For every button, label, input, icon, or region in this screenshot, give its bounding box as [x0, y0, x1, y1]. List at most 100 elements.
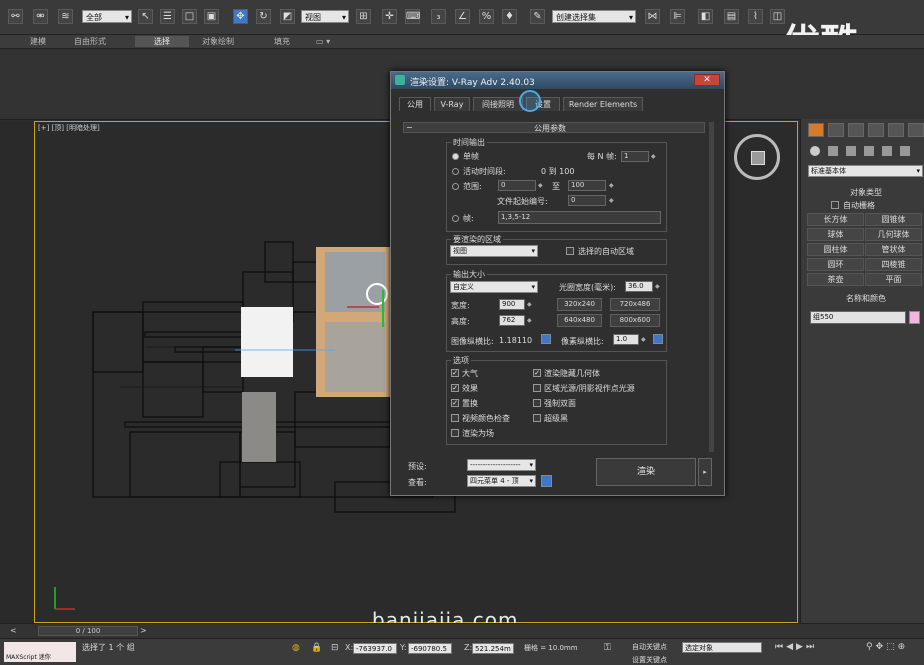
rotate-icon[interactable]: ↻ [256, 9, 271, 24]
cameras-icon[interactable] [864, 146, 874, 156]
render-options-arrow-icon[interactable]: ▸ [698, 458, 712, 486]
viewport-nav-icons[interactable]: ⚲✥⬚⊕ [866, 642, 908, 652]
timeline-next-icon[interactable]: > [140, 626, 147, 635]
tube-button[interactable]: 管状体 [865, 243, 922, 256]
every-n-field[interactable]: 1 [621, 151, 649, 162]
helpers-icon[interactable] [882, 146, 892, 156]
cylinder-button[interactable]: 圆柱体 [807, 243, 864, 256]
hierarchy-tab-icon[interactable] [848, 123, 864, 137]
tab-render-elements[interactable]: Render Elements [563, 97, 643, 111]
ribbon-tab-object-paint[interactable]: 对象绘制 [196, 36, 240, 47]
ribbon-options-icon[interactable]: ▭ ▾ [310, 36, 336, 47]
dialog-scrollbar[interactable] [709, 122, 714, 452]
render-to-fields-checkbox[interactable] [451, 429, 459, 437]
select-manipulate-icon[interactable]: ✛ [382, 9, 397, 24]
tab-common[interactable]: 公用 [399, 97, 431, 111]
auto-key-button[interactable]: 自动关键点 [632, 642, 678, 653]
effects-checkbox[interactable]: ✓ [451, 384, 459, 392]
file-number-spinner-icon[interactable]: ◆ [609, 195, 616, 206]
dialog-close-button[interactable]: ✕ [694, 74, 720, 86]
z-coordinate-field[interactable]: 521.254m [472, 643, 514, 654]
lock-pixel-aspect-icon[interactable] [653, 334, 663, 344]
aperture-field[interactable]: 36.0 [625, 281, 653, 292]
pivot-center-icon[interactable]: ⊞ [356, 9, 371, 24]
every-n-spinner-icon[interactable]: ◆ [651, 151, 658, 162]
timeline-prev-icon[interactable]: < [10, 626, 20, 636]
preset-720x486-button[interactable]: 720x486 [610, 298, 660, 311]
key-icon[interactable]: ⚿ [604, 643, 611, 653]
y-coordinate-field[interactable]: -690780.5 [408, 643, 452, 654]
range-to-field[interactable]: 100 [568, 180, 606, 191]
pixel-aspect-field[interactable]: 1.0 [613, 334, 639, 345]
frames-radio[interactable] [452, 215, 459, 222]
render-button[interactable]: 渲染 [596, 458, 696, 486]
autogrid-checkbox[interactable] [831, 201, 839, 209]
utilities-tab-icon[interactable] [908, 123, 924, 137]
pyramid-button[interactable]: 四棱锥 [865, 258, 922, 271]
box-button[interactable]: 长方体 [807, 213, 864, 226]
time-slider-thumb[interactable]: 0 / 100 [38, 626, 138, 636]
move-icon[interactable]: ✥ [233, 9, 248, 24]
displacement-checkbox[interactable]: ✓ [451, 399, 459, 407]
curve-editor-icon[interactable]: ⌇ [748, 9, 763, 24]
playback-controls-icon[interactable]: ⏮◀▶⏭ [775, 642, 817, 652]
preset-800x600-button[interactable]: 800x600 [610, 314, 660, 327]
super-black-checkbox[interactable] [533, 414, 541, 422]
category-dropdown[interactable]: 标准基本体 [808, 165, 923, 177]
video-color-check-checkbox[interactable] [451, 414, 459, 422]
link-icon[interactable]: ⚯ [8, 9, 23, 24]
plane-button[interactable]: 平面 [865, 273, 922, 286]
time-slider[interactable]: < 0 / 100 > [0, 623, 924, 639]
spacewarps-icon[interactable] [900, 146, 910, 156]
key-mode-dropdown[interactable]: 选定对象 [682, 642, 762, 653]
active-segment-radio[interactable] [452, 168, 459, 175]
view-dropdown[interactable]: 四元菜单 4 - 顶 [467, 475, 536, 487]
align-icon[interactable]: ⊫ [670, 9, 685, 24]
sphere-button[interactable]: 球体 [807, 228, 864, 241]
motion-tab-icon[interactable] [868, 123, 884, 137]
common-params-rollout[interactable]: − 公用参数 [403, 122, 705, 133]
preset-320x240-button[interactable]: 320x240 [557, 298, 602, 311]
named-selection-dropdown[interactable]: 创建选择集 [552, 10, 636, 24]
viewport-label[interactable]: [+] [顶] [明暗处理] [38, 123, 100, 133]
cone-button[interactable]: 圆锥体 [865, 213, 922, 226]
atmospherics-checkbox[interactable]: ✓ [451, 369, 459, 377]
isolate-icon[interactable]: ◍ [292, 643, 300, 653]
range-from-field[interactable]: 0 [498, 180, 536, 191]
teapot-button[interactable]: 茶壶 [807, 273, 864, 286]
maxscript-listener[interactable]: MAXScript 迷你 [4, 642, 76, 662]
bind-spacewarp-icon[interactable]: ≋ [58, 9, 73, 24]
height-field[interactable]: 762 [499, 315, 525, 326]
render-hidden-checkbox[interactable]: ✓ [533, 369, 541, 377]
selection-lock-icon[interactable]: 🔒 [311, 643, 322, 653]
ribbon-tab-selection[interactable]: 选择 [135, 36, 189, 47]
rect-selection-icon[interactable]: □ [182, 9, 197, 24]
absolute-mode-icon[interactable]: ⊟ [331, 643, 339, 653]
x-coordinate-field[interactable]: -763937.0 [353, 643, 397, 654]
angle-snap-icon[interactable]: ∠ [455, 9, 470, 24]
area-dropdown[interactable]: 视图 [450, 245, 538, 257]
torus-button[interactable]: 圆环 [807, 258, 864, 271]
unlink-icon[interactable]: ⚮ [33, 9, 48, 24]
aperture-spinner-icon[interactable]: ◆ [655, 281, 662, 292]
width-spinner-icon[interactable]: ◆ [527, 299, 534, 310]
tab-indirect-illumination[interactable]: 间接照明 [473, 97, 523, 111]
force-2sided-checkbox[interactable] [533, 399, 541, 407]
preset-dropdown[interactable]: -------------------- [467, 459, 536, 471]
area-lights-checkbox[interactable] [533, 384, 541, 392]
viewcube-icon[interactable] [734, 134, 780, 180]
ribbon-tab-freeform[interactable]: 自由形式 [68, 36, 112, 47]
ref-coord-dropdown[interactable]: 视图 [301, 10, 349, 24]
view-lock-icon[interactable] [541, 475, 552, 487]
frames-field[interactable]: 1,3,5-12 [498, 211, 661, 224]
ribbon-tab-populate[interactable]: 填充 [268, 36, 296, 47]
snap-toggle-icon[interactable]: ₃ [431, 9, 446, 24]
dialog-titlebar[interactable]: 渲染设置: V-Ray Adv 2.40.03 ✕ [391, 72, 724, 89]
geosphere-button[interactable]: 几何球体 [865, 228, 922, 241]
range-to-spinner-icon[interactable]: ◆ [609, 180, 616, 191]
select-object-icon[interactable]: ↖ [138, 9, 153, 24]
geometry-icon[interactable] [810, 146, 820, 156]
ribbon-tab-modeling[interactable]: 建模 [24, 36, 52, 47]
keyboard-shortcut-icon[interactable]: ⌨ [405, 9, 420, 24]
tab-vray[interactable]: V-Ray [434, 97, 470, 111]
